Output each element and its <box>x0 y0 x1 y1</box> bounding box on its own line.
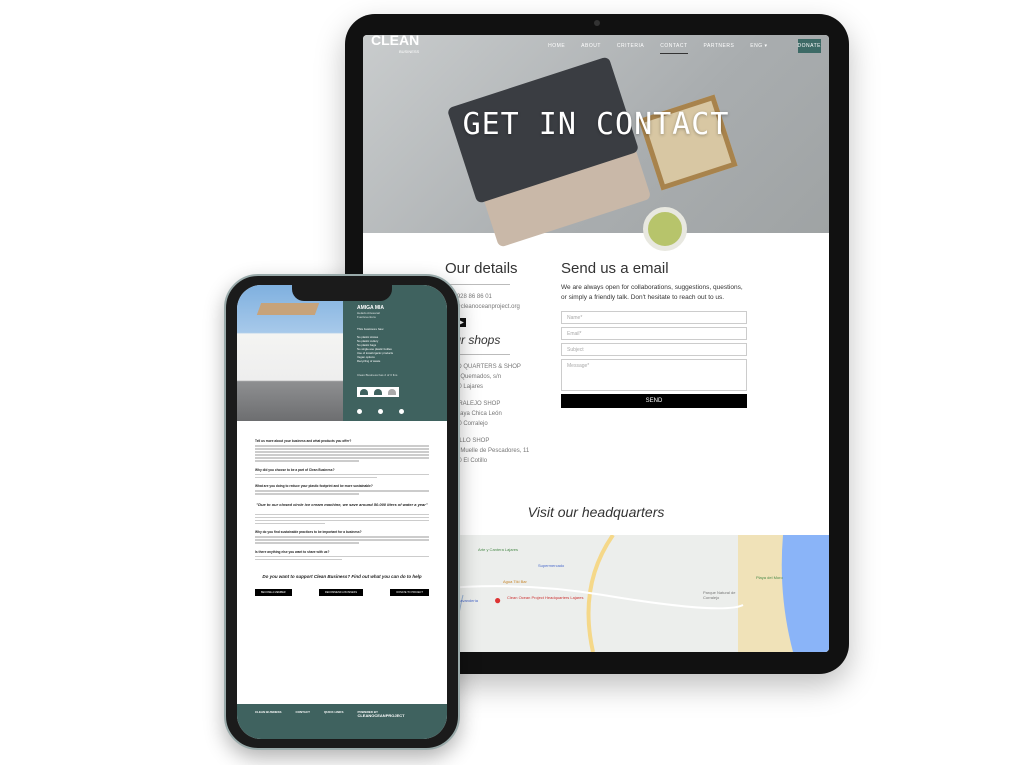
map-place: Agua Tiki Bar <box>503 579 527 584</box>
nav-criteria[interactable]: CRITERIA <box>617 39 644 53</box>
fin-rating <box>357 387 399 397</box>
hero-title: GET IN CONTACT <box>462 107 730 142</box>
subject-input[interactable]: Subject <box>561 343 747 356</box>
language-select[interactable]: ENG ▾ <box>750 39 767 53</box>
name-input[interactable]: Name* <box>561 311 747 324</box>
map-place: Supermercado <box>538 563 565 568</box>
member-button[interactable]: BECOME A MEMBER <box>255 589 292 596</box>
donate-button[interactable]: DONATE <box>797 39 821 53</box>
interview: Tell us more about your business and wha… <box>255 439 429 596</box>
recommend-button[interactable]: RECOMMEND A BUSINESS <box>318 589 363 596</box>
logo[interactable]: CLEAN BUSINESS <box>371 35 419 58</box>
map-place: Lavandería <box>458 598 479 603</box>
phone-mockup: AMIGA MIA Helado Artesanal Fuerteventura… <box>224 274 460 750</box>
camera <box>594 20 600 26</box>
shop-photo <box>237 285 343 421</box>
facebook-icon[interactable] <box>399 409 404 414</box>
website-icon[interactable] <box>357 409 362 414</box>
nav-home[interactable]: HOME <box>548 39 565 53</box>
support-cta: Do you want to support Clean Business? F… <box>262 574 422 579</box>
cup-image <box>643 207 687 251</box>
navbar: CLEAN BUSINESS HOME ABOUT CRITERIA CONTAC… <box>363 35 829 57</box>
map-place: Parque Natural de Corralejo <box>703 590 736 600</box>
form-title: Send us a email <box>561 260 669 277</box>
map-marker-icon[interactable]: ● <box>494 593 501 607</box>
send-button[interactable]: SEND <box>561 394 747 408</box>
phone-screen: AMIGA MIA Helado Artesanal Fuerteventura… <box>237 285 447 739</box>
map-place: Arte y Cantera Lajares <box>478 547 519 552</box>
hero-banner: GET IN CONTACT CLEAN BUSINESS HOME ABOUT … <box>363 35 829 251</box>
notch <box>292 285 392 301</box>
map-marker-label: Clean Ocean Project Headquarters Lajares <box>507 595 584 600</box>
email-input[interactable]: Email* <box>561 327 747 340</box>
criteria-list: No plastic straws No plastic cutlery No pl… <box>357 335 394 363</box>
map-place: Playa del Moro <box>756 575 783 580</box>
nav-about[interactable]: ABOUT <box>581 39 601 53</box>
instagram-icon[interactable] <box>378 409 383 414</box>
donate-project-button[interactable]: DONATE TO PROJECT <box>390 589 429 596</box>
message-textarea[interactable]: Message* <box>561 359 747 391</box>
nav-partners[interactable]: PARTNERS <box>704 39 735 53</box>
details-title: Our details <box>445 260 518 277</box>
nav-contact[interactable]: CONTACT <box>660 39 688 54</box>
quote: "Due to our closed circle ice cream mach… <box>256 501 428 507</box>
contact-form: Send us a email We are always open for c… <box>561 260 747 408</box>
business-panel: AMIGA MIA Helado Artesanal Fuerteventura… <box>343 285 447 421</box>
phone-footer: CLEAN BUSINESS CONTACT QUICK LINKS POWER… <box>237 704 447 739</box>
form-text: We are always open for collaborations, s… <box>561 284 743 301</box>
